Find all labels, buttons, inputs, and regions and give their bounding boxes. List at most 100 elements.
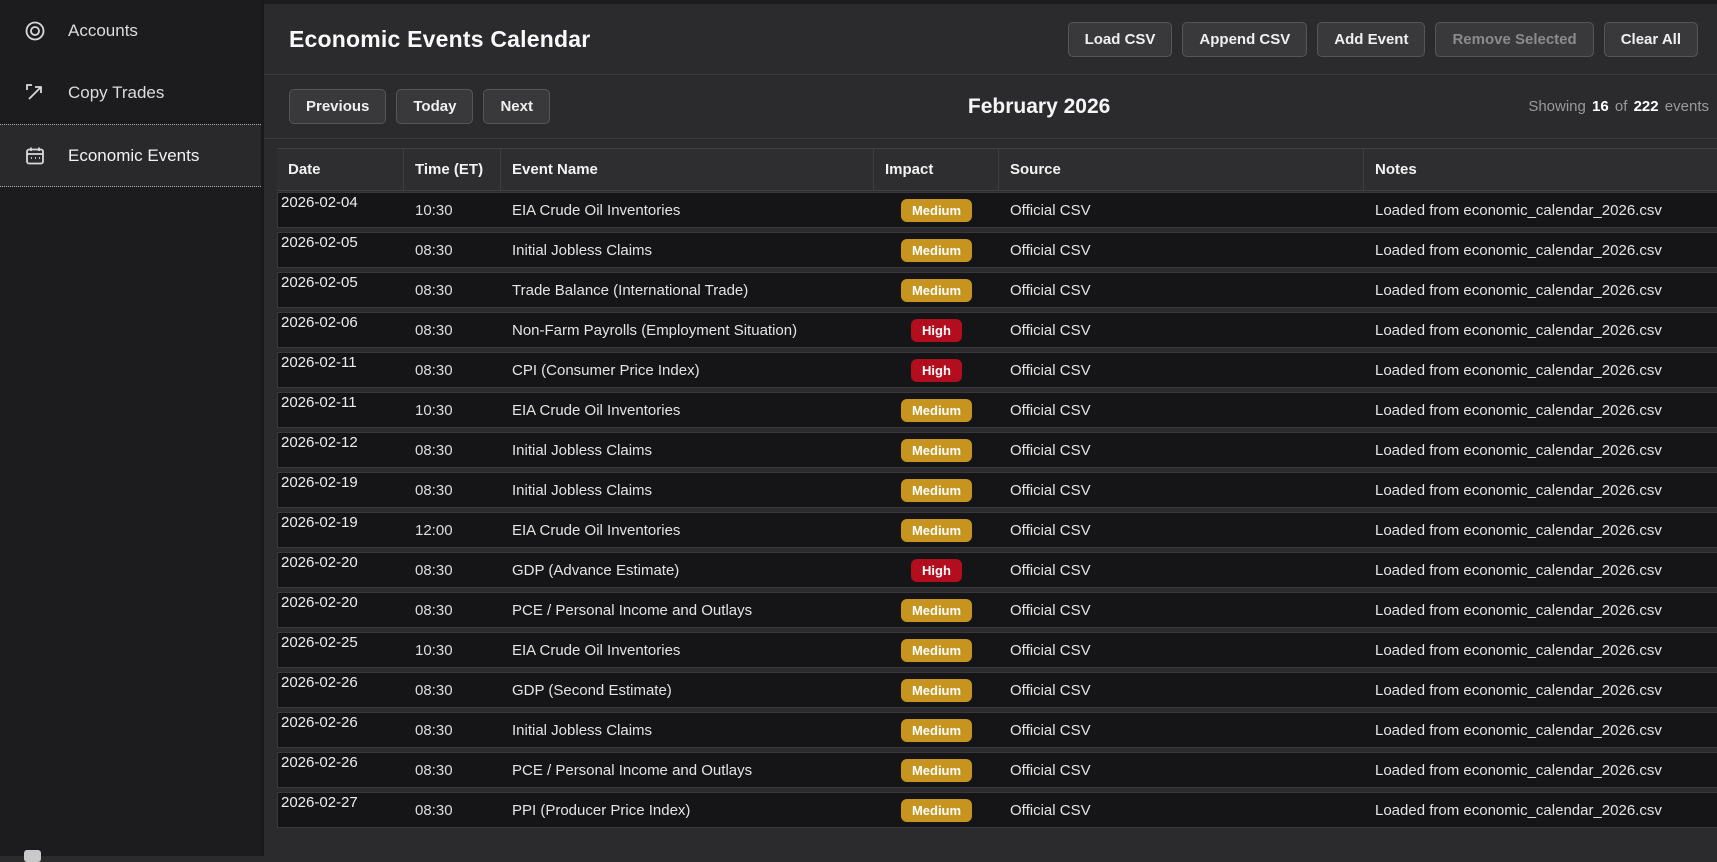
sidebar-item-copy-trades[interactable]: Copy Trades: [0, 62, 261, 124]
cell-impact: Medium: [874, 198, 999, 222]
cell-date[interactable]: 2026-02-19: [278, 513, 404, 531]
impact-badge-medium[interactable]: Medium: [900, 598, 973, 622]
cell-event-name[interactable]: Trade Balance (International Trade): [501, 282, 874, 299]
table-body: 2026-02-04 10:30 EIA Crude Oil Inventories…: [277, 192, 1717, 828]
table-row[interactable]: 2026-02-12 08:30 Initial Jobless Claims Med…: [277, 432, 1717, 468]
cell-date[interactable]: 2026-02-26: [278, 673, 404, 691]
cell-date[interactable]: 2026-02-04: [278, 193, 404, 211]
impact-badge-medium[interactable]: Medium: [900, 478, 973, 502]
previous-button[interactable]: Previous: [289, 89, 387, 124]
table-row[interactable]: 2026-02-05 08:30 Initial Jobless Claims Med…: [277, 232, 1717, 268]
cell-time[interactable]: 10:30: [404, 402, 501, 419]
impact-badge-medium[interactable]: Medium: [900, 678, 973, 702]
cell-date[interactable]: 2026-02-05: [278, 273, 404, 291]
cell-date[interactable]: 2026-02-19: [278, 473, 404, 491]
load-csv-button[interactable]: Load CSV: [1067, 21, 1173, 57]
cell-event-name[interactable]: EIA Crude Oil Inventories: [501, 642, 874, 659]
cell-event-name[interactable]: GDP (Second Estimate): [501, 682, 874, 699]
impact-badge-medium[interactable]: Medium: [900, 798, 973, 822]
cell-time[interactable]: 10:30: [404, 642, 501, 659]
table-row[interactable]: 2026-02-04 10:30 EIA Crude Oil Inventories…: [277, 192, 1717, 228]
cell-time[interactable]: 08:30: [404, 242, 501, 259]
cell-event-name[interactable]: PPI (Producer Price Index): [501, 802, 874, 819]
impact-badge-medium[interactable]: Medium: [900, 638, 973, 662]
table-row[interactable]: 2026-02-19 12:00 EIA Crude Oil Inventories…: [277, 512, 1717, 548]
add-event-button[interactable]: Add Event: [1317, 21, 1426, 57]
cell-time[interactable]: 08:30: [404, 282, 501, 299]
table-row[interactable]: 2026-02-11 08:30 CPI (Consumer Price Index…: [277, 352, 1717, 388]
cell-time[interactable]: 10:30: [404, 202, 501, 219]
table-row[interactable]: 2026-02-26 08:30 GDP (Second Estimate) Medi…: [277, 672, 1717, 708]
cell-event-name[interactable]: EIA Crude Oil Inventories: [501, 402, 874, 419]
impact-badge-high[interactable]: High: [911, 558, 962, 582]
sidebar-bottom-icon[interactable]: [24, 850, 41, 862]
cell-time[interactable]: 08:30: [404, 802, 501, 819]
sidebar-item-accounts[interactable]: Accounts: [0, 0, 261, 62]
cell-time[interactable]: 08:30: [404, 722, 501, 739]
cell-time[interactable]: 08:30: [404, 682, 501, 699]
sidebar-item-economic-events[interactable]: Economic Events: [0, 124, 261, 187]
cell-date[interactable]: 2026-02-11: [278, 353, 404, 371]
cell-date[interactable]: 2026-02-11: [278, 393, 404, 411]
table-row[interactable]: 2026-02-11 10:30 EIA Crude Oil Inventories…: [277, 392, 1717, 428]
table-row[interactable]: 2026-02-26 08:30 Initial Jobless Claims Med…: [277, 712, 1717, 748]
cell-date[interactable]: 2026-02-05: [278, 233, 404, 251]
table-row[interactable]: 2026-02-26 08:30 PCE / Personal Income and…: [277, 752, 1717, 788]
cell-date[interactable]: 2026-02-26: [278, 713, 404, 731]
table-row[interactable]: 2026-02-25 10:30 EIA Crude Oil Inventories…: [277, 632, 1717, 668]
table-row[interactable]: 2026-02-20 08:30 GDP (Advance Estimate) Hig…: [277, 552, 1717, 588]
impact-badge-medium[interactable]: Medium: [900, 438, 973, 462]
cell-date[interactable]: 2026-02-26: [278, 753, 404, 771]
cell-date[interactable]: 2026-02-25: [278, 633, 404, 651]
cell-date[interactable]: 2026-02-20: [278, 553, 404, 571]
impact-badge-medium[interactable]: Medium: [900, 758, 973, 782]
cell-time[interactable]: 08:30: [404, 602, 501, 619]
impact-badge-medium[interactable]: Medium: [900, 238, 973, 262]
table-row[interactable]: 2026-02-06 08:30 Non-Farm Payrolls (Employ…: [277, 312, 1717, 348]
cell-event-name[interactable]: Initial Jobless Claims: [501, 722, 874, 739]
cell-event-name[interactable]: Initial Jobless Claims: [501, 482, 874, 499]
impact-badge-high[interactable]: High: [911, 358, 962, 382]
cell-event-name[interactable]: EIA Crude Oil Inventories: [501, 522, 874, 539]
impact-badge-medium[interactable]: Medium: [900, 518, 973, 542]
impact-badge-high[interactable]: High: [911, 318, 962, 342]
impact-badge-medium[interactable]: Medium: [900, 198, 973, 222]
cell-time[interactable]: 08:30: [404, 362, 501, 379]
cell-impact: Medium: [874, 518, 999, 542]
cell-event-name[interactable]: PCE / Personal Income and Outlays: [501, 602, 874, 619]
table-row[interactable]: 2026-02-27 08:30 PPI (Producer Price Index…: [277, 792, 1717, 828]
remove-selected-button[interactable]: Remove Selected: [1435, 21, 1594, 57]
cell-event-name[interactable]: EIA Crude Oil Inventories: [501, 202, 874, 219]
cell-event-name[interactable]: Initial Jobless Claims: [501, 442, 874, 459]
cell-impact: High: [874, 358, 999, 382]
cell-date[interactable]: 2026-02-27: [278, 793, 404, 811]
main-panel: Economic Events Calendar Load CSV Append …: [261, 0, 1717, 856]
cell-event-name[interactable]: Non-Farm Payrolls (Employment Situation): [501, 322, 874, 339]
cell-time[interactable]: 08:30: [404, 562, 501, 579]
cell-time[interactable]: 08:30: [404, 322, 501, 339]
column-header-source: Source: [998, 149, 1363, 190]
table-row[interactable]: 2026-02-05 08:30 Trade Balance (Internatio…: [277, 272, 1717, 308]
clear-all-button[interactable]: Clear All: [1603, 21, 1698, 57]
append-csv-button[interactable]: Append CSV: [1182, 21, 1308, 57]
next-button[interactable]: Next: [483, 89, 550, 124]
cell-event-name[interactable]: GDP (Advance Estimate): [501, 562, 874, 579]
cell-event-name[interactable]: Initial Jobless Claims: [501, 242, 874, 259]
page-header: Economic Events Calendar Load CSV Append …: [264, 4, 1717, 75]
cell-date[interactable]: 2026-02-06: [278, 313, 404, 331]
cell-time[interactable]: 12:00: [404, 522, 501, 539]
cell-date[interactable]: 2026-02-20: [278, 593, 404, 611]
impact-badge-medium[interactable]: Medium: [900, 718, 973, 742]
impact-badge-medium[interactable]: Medium: [900, 278, 973, 302]
cell-time[interactable]: 08:30: [404, 762, 501, 779]
cell-time[interactable]: 08:30: [404, 482, 501, 499]
cell-time[interactable]: 08:30: [404, 442, 501, 459]
cell-event-name[interactable]: PCE / Personal Income and Outlays: [501, 762, 874, 779]
cell-date[interactable]: 2026-02-12: [278, 433, 404, 451]
cell-notes: Loaded from economic_calendar_2026.csv: [1375, 561, 1662, 579]
table-row[interactable]: 2026-02-19 08:30 Initial Jobless Claims Med…: [277, 472, 1717, 508]
cell-event-name[interactable]: CPI (Consumer Price Index): [501, 362, 874, 379]
today-button[interactable]: Today: [396, 89, 474, 124]
table-row[interactable]: 2026-02-20 08:30 PCE / Personal Income and…: [277, 592, 1717, 628]
impact-badge-medium[interactable]: Medium: [900, 398, 973, 422]
